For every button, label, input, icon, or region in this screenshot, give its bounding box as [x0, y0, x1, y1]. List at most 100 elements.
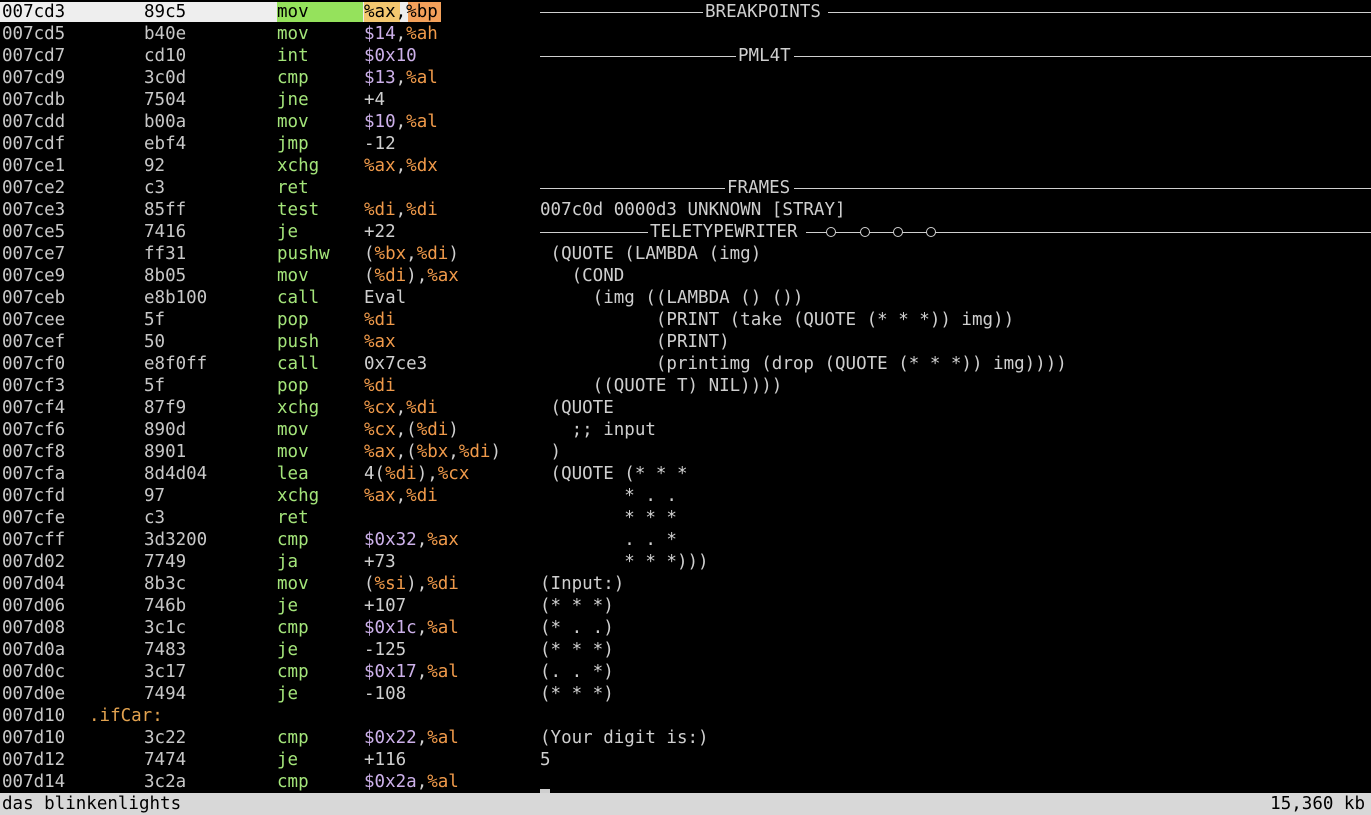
disasm-row[interactable]: 007cd9 3c0d cmp $13,%al	[0, 67, 540, 89]
frames-header: FRAMES	[540, 177, 1371, 199]
disasm-row[interactable]: 007cf0 e8f0ff call 0x7ce3	[0, 353, 540, 375]
instruction-mnemonic: cmp	[277, 530, 309, 550]
instruction-address: 007cd3	[2, 2, 66, 22]
disasm-row[interactable]: 007cd3 89c5 mov %ax,%bp	[0, 1, 540, 23]
instruction-bytes: 3c1c	[144, 618, 187, 638]
disasm-row[interactable]: 007cee 5f pop %di	[0, 309, 540, 331]
instruction-address: 007d0a	[2, 640, 66, 660]
instruction-bytes: 85ff	[144, 200, 187, 220]
disasm-row[interactable]: 007cf6 890d mov %cx,(%di)	[0, 419, 540, 441]
instruction-operands: $0x22,%al	[364, 727, 459, 749]
disasm-row[interactable]: 007d0c 3c17 cmp $0x17,%al	[0, 661, 540, 683]
disasm-row[interactable]: 007d10 3c22 cmp $0x22,%al	[0, 727, 540, 749]
instruction-operands: $10,%al	[364, 111, 438, 133]
disasm-row[interactable]: 007cf3 5f pop %di	[0, 375, 540, 397]
instruction-operands: (%si),%di	[364, 573, 459, 595]
disasm-row[interactable]: 007ce5 7416 je +22	[0, 221, 540, 243]
disasm-row[interactable]: 007cef 50 push %ax	[0, 331, 540, 353]
instruction-mnemonic: mov	[277, 112, 309, 132]
operand-text: ,(	[395, 420, 417, 440]
disasm-row[interactable]: 007cfe c3 ret	[0, 507, 540, 529]
register-operand: %bx	[374, 244, 407, 264]
register-operand: %ax	[364, 156, 396, 176]
disasm-row[interactable]: 007cdd b00a mov $10,%al	[0, 111, 540, 133]
instruction-address: 007d06	[2, 596, 66, 616]
status-title: das blinkenlights	[2, 794, 182, 814]
instruction-mnemonic: cmp	[277, 618, 309, 638]
disasm-label-row[interactable]: 007d10 .ifCar:	[0, 705, 540, 727]
instruction-operands: %ax,%dx	[364, 155, 438, 177]
operand-text: ,	[395, 156, 407, 176]
disasm-row[interactable]: 007ce7 ff31 pushw (%bx,%di)	[0, 243, 540, 265]
instruction-bytes: 3c22	[144, 728, 187, 748]
instruction-address: 007cd5	[2, 24, 66, 44]
disasm-row[interactable]: 007cd5 b40e mov $14,%ah	[0, 23, 540, 45]
teletype-indicator-icon	[893, 227, 903, 237]
disasm-row[interactable]: 007ce9 8b05 mov (%di),%ax	[0, 265, 540, 287]
instruction-address: 007cdb	[2, 90, 66, 110]
instruction-operands: +22	[364, 221, 396, 243]
instruction-mnemonic: je	[277, 596, 299, 616]
register-operand: %di	[427, 574, 459, 594]
register-operand: %di	[364, 310, 396, 330]
operand-text: ,	[395, 24, 407, 44]
operand-text: ,(	[395, 442, 417, 462]
instruction-operands: %di,%di	[364, 199, 438, 221]
instruction-address: 007d0e	[2, 684, 66, 704]
disasm-row[interactable]: 007d02 7749 ja +73	[0, 551, 540, 573]
instruction-address: 007cdd	[2, 112, 66, 132]
disasm-row[interactable]: 007d08 3c1c cmp $0x1c,%al	[0, 617, 540, 639]
instruction-operands: Eval	[364, 287, 406, 309]
disasm-row[interactable]: 007cdb 7504 jne +4	[0, 89, 540, 111]
instruction-address: 007d04	[2, 574, 66, 594]
instruction-address: 007cee	[2, 310, 66, 330]
register-operand: %di	[385, 464, 417, 484]
register-operand: %di	[406, 398, 438, 418]
disasm-row[interactable]: 007ce2 c3 ret	[0, 177, 540, 199]
teletypewriter-header: TELETYPEWRITER	[540, 221, 1371, 243]
disasm-row[interactable]: 007d0e 7494 je -108	[0, 683, 540, 705]
instruction-address: 007cff	[2, 530, 66, 550]
disasm-row[interactable]: 007ce3 85ff test %di,%di	[0, 199, 540, 221]
immediate-operand: $14	[364, 24, 396, 44]
disasm-row[interactable]: 007cfa 8d4d04 lea 4(%di),%cx	[0, 463, 540, 485]
instruction-mnemonic: mov	[277, 24, 309, 44]
disasm-row[interactable]: 007d14 3c2a cmp $0x2a,%al	[0, 771, 540, 793]
instruction-bytes: 8d4d04	[144, 464, 208, 484]
operand-text: ,	[406, 244, 417, 264]
instruction-bytes: 8901	[144, 442, 187, 462]
disasm-row[interactable]: 007d12 7474 je +116	[0, 749, 540, 771]
disasm-row[interactable]: 007cf8 8901 mov %ax,(%bx,%di)	[0, 441, 540, 463]
disasm-row[interactable]: 007cfd 97 xchg %ax,%di	[0, 485, 540, 507]
operand-text: +4	[364, 90, 386, 110]
instruction-operands: +107	[364, 595, 406, 617]
instruction-bytes: 3c0d	[144, 68, 187, 88]
disasm-row[interactable]: 007d06 746b je +107	[0, 595, 540, 617]
disasm-row[interactable]: 007cff 3d3200 cmp $0x32,%ax	[0, 529, 540, 551]
teletype-indicator-icon	[926, 227, 936, 237]
instruction-mnemonic: ret	[277, 178, 309, 198]
instruction-operands: %ax,%bp	[364, 1, 438, 23]
operand-text: +107	[364, 596, 407, 616]
teletype-line: (QUOTE (* * *	[540, 464, 688, 484]
operand-text: )	[448, 244, 459, 264]
disasm-row[interactable]: 007cdf ebf4 jmp -12	[0, 133, 540, 155]
disasm-row[interactable]: 007ceb e8b100 call Eval	[0, 287, 540, 309]
register-operand: %si	[374, 574, 407, 594]
immediate-operand: $13	[364, 68, 396, 88]
instruction-address: 007d02	[2, 552, 66, 572]
immediate-operand: $0x32	[364, 530, 417, 550]
instruction-bytes: e8b100	[144, 288, 208, 308]
disasm-row[interactable]: 007d0a 7483 je -125	[0, 639, 540, 661]
instruction-bytes: 7749	[144, 552, 187, 572]
disasm-row[interactable]: 007ce1 92 xchg %ax,%dx	[0, 155, 540, 177]
operand-text: ,	[416, 772, 428, 792]
disasm-row[interactable]: 007cf4 87f9 xchg %cx,%di	[0, 397, 540, 419]
instruction-operands: (%di),%ax	[364, 265, 459, 287]
instruction-mnemonic: int	[277, 46, 309, 66]
operand-text: ,	[395, 200, 407, 220]
disasm-row[interactable]: 007cd7 cd10 int $0x10	[0, 45, 540, 67]
register-operand: %di	[406, 200, 438, 220]
instruction-mnemonic: mov	[277, 442, 309, 462]
disasm-row[interactable]: 007d04 8b3c mov (%si),%di	[0, 573, 540, 595]
